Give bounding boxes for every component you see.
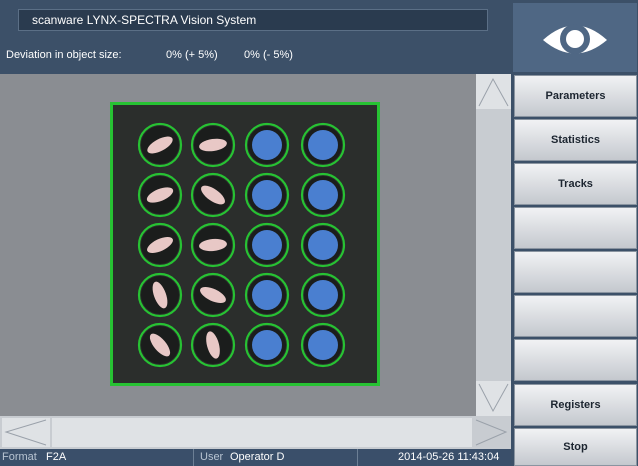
tablet-round [300, 272, 346, 318]
tracks-button[interactable]: Tracks [514, 163, 637, 205]
empty-button-3[interactable] [514, 295, 637, 337]
tablet-capsule [137, 322, 183, 368]
scroll-down-button[interactable] [476, 381, 511, 416]
tablet-capsule [137, 222, 183, 268]
horizontal-scroll-thumb[interactable] [52, 418, 472, 447]
user-label: User [200, 451, 224, 463]
tablet-capsule [190, 122, 236, 168]
tablet-capsule [190, 172, 236, 218]
deviation-label: Deviation in object size: [6, 49, 122, 61]
tablet-round [244, 272, 290, 318]
scroll-right-button[interactable] [474, 418, 509, 447]
arrow-down-icon [478, 383, 509, 413]
tablet-round [244, 222, 290, 268]
format-label: Format [2, 451, 37, 463]
tablet-round [300, 222, 346, 268]
tablet-capsule [190, 322, 236, 368]
scroll-left-button[interactable] [2, 418, 50, 447]
tablet-round [244, 172, 290, 218]
arrow-left-icon [4, 419, 47, 446]
inspection-image [110, 102, 380, 386]
tablet-round [300, 322, 346, 368]
deviation-plus-value: 0% (+ 5%) [166, 49, 218, 61]
tablet-capsule [190, 272, 236, 318]
registers-button[interactable]: Registers [514, 384, 637, 426]
user-value: Operator D [230, 451, 285, 463]
tablet-capsule [137, 272, 183, 318]
format-value: F2A [46, 451, 67, 463]
status-bar: Format F2A User Operator D 2014-05-26 11… [0, 449, 511, 466]
tablet-capsule [137, 172, 183, 218]
scroll-up-button[interactable] [476, 74, 511, 109]
stop-button[interactable]: Stop [514, 428, 637, 466]
deviation-minus-value: 0% (- 5%) [244, 49, 293, 61]
eye-icon [543, 24, 607, 54]
arrow-up-icon [478, 77, 509, 107]
tablet-capsule [190, 222, 236, 268]
parameters-button[interactable]: Parameters [514, 75, 637, 117]
status-divider [357, 449, 358, 466]
vertical-scrollbar[interactable] [476, 74, 511, 416]
tablet-grid [137, 122, 346, 368]
empty-button-4[interactable] [514, 339, 637, 381]
tablet-round [300, 172, 346, 218]
datetime: 2014-05-26 11:43:04 [398, 451, 500, 463]
empty-button-1[interactable] [514, 207, 637, 249]
tablet-capsule [137, 122, 183, 168]
empty-button-2[interactable] [514, 251, 637, 293]
tablet-round [244, 322, 290, 368]
logo [513, 3, 637, 72]
statistics-button[interactable]: Statistics [514, 119, 637, 161]
tablet-round [300, 122, 346, 168]
status-divider [193, 449, 194, 466]
arrow-right-icon [475, 419, 508, 446]
tablet-round [244, 122, 290, 168]
window-title: scanware LYNX-SPECTRA Vision System [32, 13, 257, 27]
